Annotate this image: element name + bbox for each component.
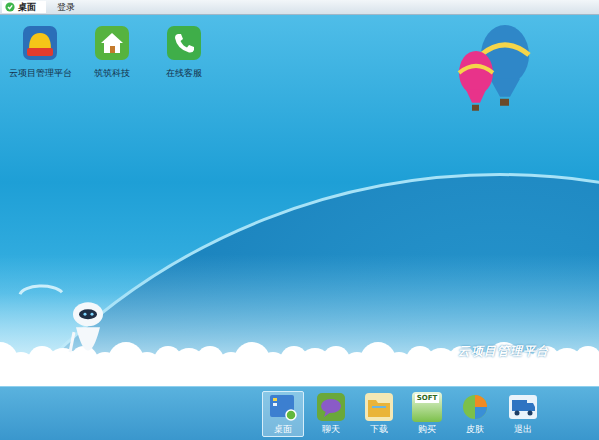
taskbar-item[interactable]: SOFT 购买	[406, 391, 448, 437]
house-icon	[94, 25, 130, 61]
taskbar-item[interactable]: 退出	[502, 391, 544, 437]
phone-icon	[166, 25, 202, 61]
desktop-icon[interactable]: 在线客服	[148, 25, 220, 80]
taskbar: 桌面 聊天 下载SOFT 购买 皮肤 退出	[0, 386, 599, 440]
taskbar-item[interactable]: 聊天	[310, 391, 352, 437]
exit-icon	[508, 392, 538, 422]
software-box-icon: SOFT	[412, 392, 442, 422]
hard-hat-icon	[22, 25, 58, 61]
top-bar: 桌面 登录	[0, 0, 599, 15]
taskbar-item[interactable]: 桌面	[262, 391, 304, 437]
folder-icon	[364, 392, 394, 422]
taskbar-item[interactable]: 下载	[358, 391, 400, 437]
desktop-logo-icon	[5, 2, 15, 12]
desktop-icon	[268, 392, 298, 422]
desktop-screen: 桌面 登录 云项目管理平台 筑筑科技 在线客服 云项目管理平台 桌面 聊天 下载…	[0, 0, 599, 440]
desktop-icon[interactable]: 云项目管理平台	[4, 25, 76, 80]
desktop-icons: 云项目管理平台 筑筑科技 在线客服	[0, 15, 599, 80]
chat-icon	[316, 392, 346, 422]
taskbar-item[interactable]: 皮肤	[454, 391, 496, 437]
wallpaper	[0, 15, 599, 386]
top-tab[interactable]: 桌面	[2, 1, 46, 13]
top-tab[interactable]: 登录	[54, 1, 85, 13]
desktop-icon[interactable]: 筑筑科技	[76, 25, 148, 80]
desktop: 云项目管理平台 筑筑科技 在线客服 云项目管理平台	[0, 15, 599, 386]
wallpaper-caption: 云项目管理平台	[458, 343, 549, 360]
pie-chart-icon	[460, 392, 490, 422]
